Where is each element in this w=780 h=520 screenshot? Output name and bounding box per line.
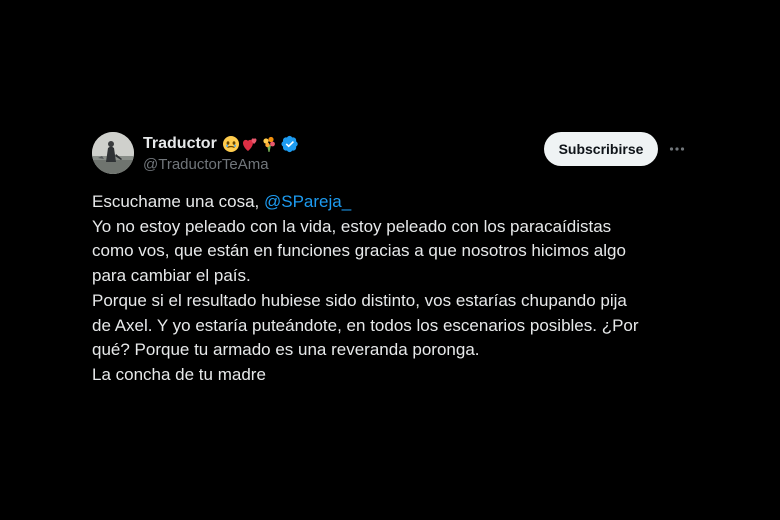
tweet-line-2: Yo no estoy peleado con la vida, estoy p… bbox=[92, 216, 612, 236]
face-holding-back-tears-emoji bbox=[222, 135, 240, 153]
tweet-line-7: qué? Porque tu armado es una reveranda p… bbox=[92, 340, 480, 360]
tweet-line-4: para cambiar el país. bbox=[92, 266, 251, 286]
tweet-line-1: Escuchame una cosa, @SPareja_ bbox=[92, 190, 692, 215]
tweet-text: Escuchame una cosa, @SPareja_ Yo no esto… bbox=[92, 190, 692, 388]
tweet-line-6: de Axel. Y yo estaría puteándote, en tod… bbox=[92, 315, 639, 335]
tweet-line-5: Porque si el resultado hubiese sido dist… bbox=[92, 290, 627, 310]
subscribe-button[interactable]: Subscribirse bbox=[544, 132, 658, 166]
display-name-row: Traductor bbox=[143, 133, 299, 155]
tweet-header: Traductor @TraductorTeAma Subscribirse bbox=[92, 130, 692, 176]
bouquet-emoji bbox=[260, 135, 278, 153]
tweet-greeting: Escuchame una cosa, bbox=[92, 192, 264, 211]
handle[interactable]: @TraductorTeAma bbox=[143, 156, 299, 173]
verified-badge-icon[interactable] bbox=[281, 135, 299, 153]
display-name[interactable]: Traductor bbox=[143, 135, 217, 153]
tweet-line-3: como vos, que están en funciones gracias… bbox=[92, 241, 626, 261]
more-horizontal-icon[interactable] bbox=[666, 138, 688, 160]
tweet-card: Traductor @TraductorTeAma Subscribirse E… bbox=[92, 130, 692, 384]
two-hearts-emoji bbox=[241, 135, 259, 153]
name-emojis bbox=[222, 135, 278, 153]
tweet-line-8: La concha de tu madre bbox=[92, 364, 266, 384]
avatar[interactable] bbox=[92, 132, 134, 174]
author-names: Traductor @TraductorTeAma bbox=[143, 133, 299, 173]
mention-link[interactable]: @SPareja_ bbox=[264, 192, 351, 211]
